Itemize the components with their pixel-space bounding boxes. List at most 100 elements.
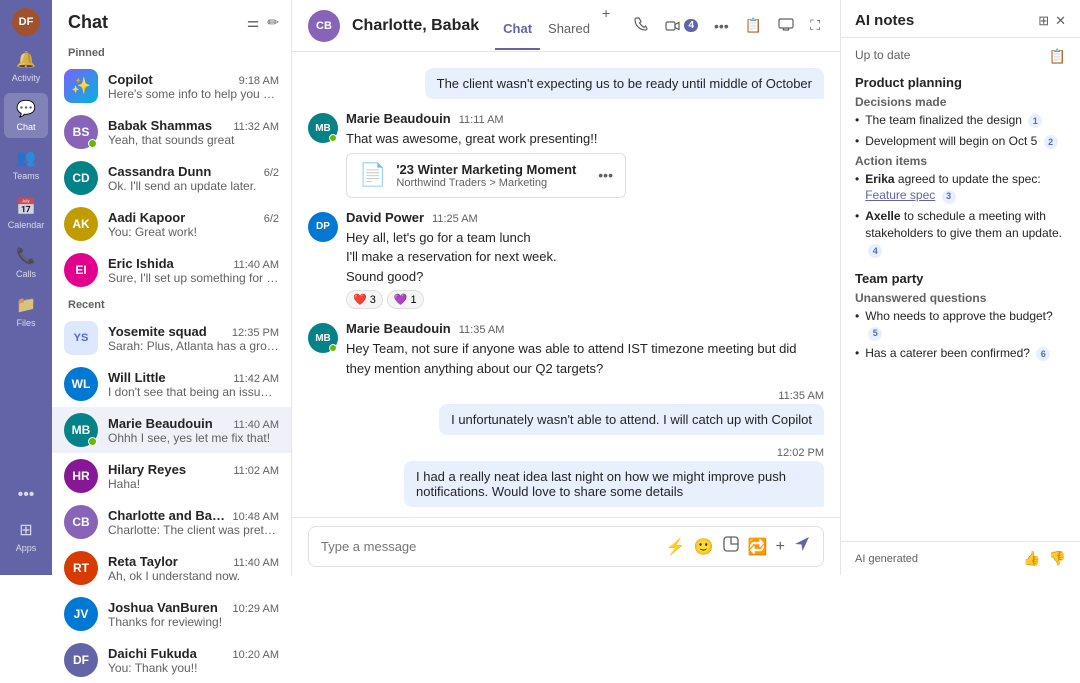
david-msg-avatar: DP — [308, 212, 338, 242]
copilot-info: Copilot 9:18 AM Here's some info to help… — [108, 72, 279, 101]
ai-notes-header: AI notes ⊞ ✕ — [841, 0, 1080, 38]
chat-item-will[interactable]: WL Will Little 11:42 AM I don't see that… — [52, 361, 291, 407]
ai-footer-actions: 👍 👎 — [1023, 550, 1066, 567]
message-right-1: The client wasn't expecting us to be rea… — [308, 68, 824, 99]
unanswered-label: Unanswered questions — [855, 291, 1066, 305]
format-icon[interactable]: ⚡ — [666, 537, 686, 557]
chat-input-box: ⚡ 🙂 🔁 + — [308, 526, 824, 567]
send-button[interactable] — [793, 535, 811, 558]
ai-notes-close-icon[interactable]: ✕ — [1055, 13, 1066, 29]
ai-notes-content: Up to date 📋 Product planning Decisions … — [841, 38, 1080, 541]
chat-list-icons: ⚌ ✏ — [247, 14, 279, 31]
chat-item-eric[interactable]: EI Eric Ishida 11:40 AM Sure, I'll set u… — [52, 247, 291, 293]
call-button[interactable] — [629, 12, 653, 39]
chat-header: CB Charlotte, Babak Chat Shared + 4 ••• … — [292, 0, 840, 52]
decisions-label: Decisions made — [855, 95, 1066, 109]
add-icon[interactable]: + — [776, 538, 785, 556]
attachment-more-button[interactable]: ••• — [598, 167, 613, 183]
thumbsdown-button[interactable]: 👎 — [1049, 550, 1066, 567]
tab-shared[interactable]: Shared — [540, 17, 598, 50]
teams-icon: 👥 — [16, 148, 36, 168]
ai-notes-panel: AI notes ⊞ ✕ Up to date 📋 Product planni… — [840, 0, 1080, 575]
chat-item-marie[interactable]: MB Marie Beaudouin 11:40 AM Ohhh I see, … — [52, 407, 291, 453]
marie-online — [88, 437, 97, 446]
copilot-avatar-wrap: ✨ — [64, 69, 98, 103]
actions-label: Action items — [855, 154, 1066, 168]
user-avatar[interactable]: DF — [12, 8, 40, 36]
chat-item-cassandra[interactable]: CD Cassandra Dunn 6/2 Ok. I'll send an u… — [52, 155, 291, 201]
joshua-avatar: JV — [64, 597, 98, 631]
video-button[interactable]: 4 — [661, 14, 702, 38]
chat-item-copilot[interactable]: ✨ Copilot 9:18 AM Here's some info to he… — [52, 63, 291, 109]
ai-notes-title: AI notes — [855, 12, 914, 29]
ai-section-team-party: Team party Unanswered questions Who need… — [855, 271, 1066, 362]
nav-item-more[interactable]: ••• — [4, 480, 48, 510]
messages-area: The client wasn't expecting us to be rea… — [292, 52, 840, 517]
chat-item-babak[interactable]: BS Babak Shammas 11:32 AM Yeah, that sou… — [52, 109, 291, 155]
charlotte-babak-avatar: CB — [64, 505, 98, 539]
tab-chat[interactable]: Chat — [495, 17, 540, 50]
left-nav: DF 🔔 Activity 💬 Chat 👥 Teams 📅 Calendar … — [0, 0, 52, 575]
yosemite-avatar: YS — [64, 321, 98, 355]
main-chat: CB Charlotte, Babak Chat Shared + 4 ••• … — [292, 0, 840, 575]
online-dot-2 — [329, 344, 337, 352]
reaction-heart[interactable]: ❤️ 3 — [346, 290, 383, 309]
feature-spec-link[interactable]: Feature spec — [865, 188, 935, 202]
more-actions-button[interactable]: ••• — [710, 14, 733, 38]
will-avatar: WL — [64, 367, 98, 401]
emoji-icon[interactable]: 🙂 — [694, 537, 714, 557]
reaction-purple-heart[interactable]: 💜 1 — [387, 290, 424, 309]
action-2: Axelle to schedule a meeting with stakeh… — [855, 208, 1066, 258]
new-chat-icon[interactable]: ✏ — [267, 14, 279, 31]
nav-item-files[interactable]: 📁 Files — [4, 289, 48, 334]
chat-item-charlotte-babak[interactable]: CB Charlotte and Babak 10:48 AM Charlott… — [52, 499, 291, 545]
nav-item-activity[interactable]: 🔔 Activity — [4, 44, 48, 89]
question-1: Who needs to approve the budget? 5 — [855, 308, 1066, 342]
copy-icon[interactable]: 📋 — [1049, 48, 1066, 65]
ai-generated-label: AI generated — [855, 553, 918, 565]
chat-item-hilary[interactable]: HR Hilary Reyes 11:02 AM Haha! — [52, 453, 291, 499]
action-1: Erika agreed to update the spec: Feature… — [855, 171, 1066, 205]
contact-name: Charlotte, Babak — [352, 17, 479, 35]
message-bubble-3: I had a really neat idea last night on h… — [404, 461, 824, 507]
sticker-icon[interactable] — [722, 535, 740, 558]
apps-icon: ⊞ — [19, 520, 32, 540]
nav-item-calendar[interactable]: 📅 Calendar — [4, 191, 48, 236]
cassandra-avatar: CD — [64, 161, 98, 195]
message-input[interactable] — [321, 539, 658, 554]
more-icon: ••• — [18, 486, 35, 504]
chat-icon: 💬 — [16, 99, 36, 119]
nav-item-teams[interactable]: 👥 Teams — [4, 142, 48, 187]
share-screen-button[interactable] — [774, 12, 798, 39]
question-2: Has a caterer been confirmed? 6 — [855, 345, 1066, 362]
notes-button[interactable]: 📋 — [741, 13, 766, 38]
calendar-icon: 📅 — [16, 197, 36, 217]
chat-item-reta[interactable]: RT Reta Taylor 11:40 AM Ah, ok I underst… — [52, 545, 291, 591]
video-count: 4 — [684, 19, 698, 32]
nav-item-apps[interactable]: ⊞ Apps — [4, 514, 48, 559]
files-icon: 📁 — [16, 295, 36, 315]
nav-item-chat[interactable]: 💬 Chat — [4, 93, 48, 138]
chat-tabs: Chat Shared + — [495, 9, 614, 42]
decision-1: The team finalized the design 1 — [855, 112, 1066, 129]
chat-item-daichi[interactable]: DF Daichi Fukuda 10:20 AM You: Thank you… — [52, 637, 291, 683]
filter-icon[interactable]: ⚌ — [247, 14, 260, 31]
online-dot — [329, 134, 337, 142]
daichi-avatar: DF — [64, 643, 98, 677]
chat-item-aadi[interactable]: AK Aadi Kapoor 6/2 You: Great work! — [52, 201, 291, 247]
chat-input-area: ⚡ 🙂 🔁 + — [292, 517, 840, 575]
loop-icon[interactable]: 🔁 — [748, 537, 768, 557]
chat-list-panel: Chat ⚌ ✏ Pinned ✨ Copilot 9:18 AM Here's… — [52, 0, 292, 575]
thumbsup-button[interactable]: 👍 — [1023, 550, 1040, 567]
reta-avatar: RT — [64, 551, 98, 585]
attachment-card[interactable]: 📄 '23 Winter Marketing Moment Northwind … — [346, 153, 626, 198]
msg-time-right-2: 11:35 AM — [778, 390, 824, 402]
chat-item-yosemite[interactable]: YS Yosemite squad 12:35 PM Sarah: Plus, … — [52, 315, 291, 361]
nav-item-calls[interactable]: 📞 Calls — [4, 240, 48, 285]
tab-add-button[interactable]: + — [598, 5, 614, 38]
header-actions: 4 ••• 📋 ⛶ — [629, 12, 824, 39]
ai-notes-settings-icon[interactable]: ⊞ — [1038, 13, 1049, 29]
expand-button[interactable]: ⛶ — [806, 13, 824, 38]
ai-date-label: Up to date — [855, 48, 910, 65]
chat-item-joshua[interactable]: JV Joshua VanBuren 10:29 AM Thanks for r… — [52, 591, 291, 637]
